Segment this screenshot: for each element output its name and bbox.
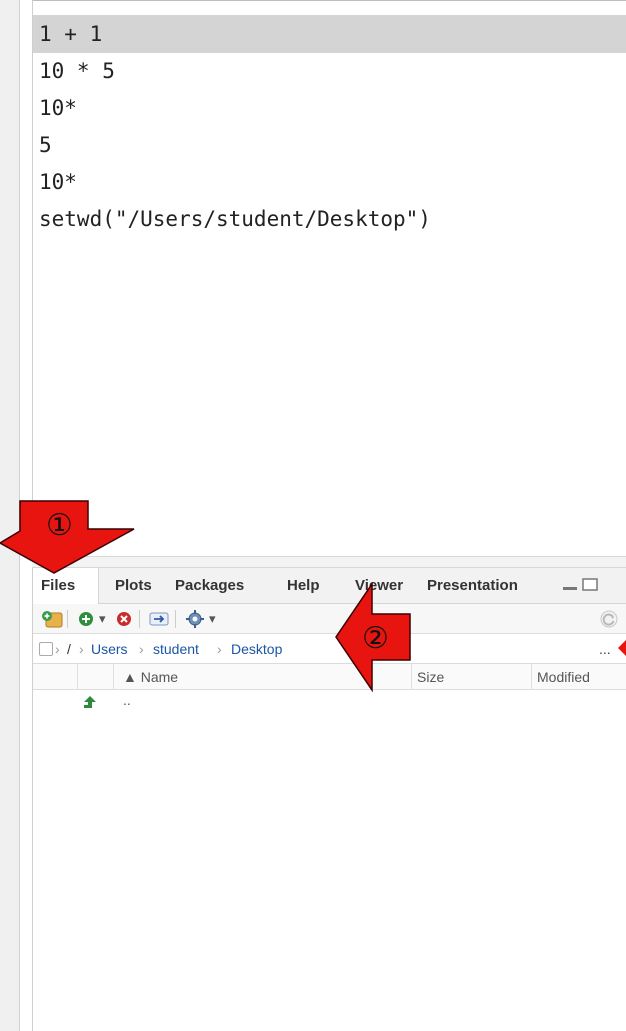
breadcrumb-users[interactable]: Users [91, 634, 128, 664]
history-line[interactable]: 1 + 1 [39, 16, 102, 52]
files-toolbar: ▾ ▾ [33, 604, 626, 634]
annotation-arrow-1: ① [0, 500, 135, 574]
breadcrumb-student[interactable]: student [153, 634, 199, 664]
breadcrumb: › / › Users › student › Desktop ... [33, 634, 626, 664]
minimize-maximize-icon[interactable] [563, 578, 603, 592]
history-line[interactable]: setwd("/Users/student/Desktop") [39, 201, 431, 237]
column-modified-header[interactable]: Modified [537, 664, 590, 690]
parent-directory-link[interactable]: .. [123, 692, 131, 708]
rename-icon[interactable] [149, 610, 169, 628]
column-divider [531, 664, 532, 690]
column-divider [113, 664, 114, 690]
delete-icon[interactable] [115, 610, 133, 628]
history-line[interactable]: 5 [39, 127, 52, 163]
column-size-header[interactable]: Size [417, 664, 444, 690]
tab-presentation[interactable]: Presentation [427, 568, 518, 604]
new-file-icon[interactable] [77, 610, 95, 628]
select-all-checkbox[interactable] [39, 642, 53, 656]
annotation-label-1: ① [46, 508, 73, 543]
tab-packages[interactable]: Packages [175, 568, 244, 604]
toolbar-divider [139, 610, 140, 628]
chevron-down-icon[interactable]: ▾ [209, 610, 216, 628]
column-name-header[interactable]: ▲ Name [123, 664, 178, 690]
up-directory-icon [84, 696, 96, 708]
annotation-arrow-2: ② [335, 582, 411, 693]
breadcrumb-root[interactable]: / [67, 634, 71, 664]
history-line[interactable]: 10 * 5 [39, 53, 115, 89]
history-line[interactable]: 10* [39, 164, 77, 200]
history-selection-highlight [33, 15, 626, 53]
breadcrumb-separator: › [217, 641, 222, 657]
annotation-arrow-3-partial [618, 640, 626, 656]
chevron-down-icon[interactable]: ▾ [99, 610, 106, 628]
file-row-parent[interactable]: .. [33, 690, 626, 718]
files-pane: Files Plots Packages Help Viewer Present… [32, 568, 626, 1031]
gear-icon[interactable] [185, 609, 205, 629]
toolbar-divider [175, 610, 176, 628]
tab-help[interactable]: Help [287, 568, 320, 604]
breadcrumb-separator: › [79, 641, 84, 657]
column-divider [77, 664, 78, 690]
file-list-header: ▲ Name Size Modified [33, 664, 626, 690]
new-folder-icon[interactable] [41, 609, 63, 629]
annotation-label-2: ② [362, 621, 389, 656]
history-panel[interactable]: 1 + 1 10 * 5 10* 5 10* setwd("/Users/stu… [32, 0, 626, 556]
breadcrumb-separator: › [139, 641, 144, 657]
toolbar-divider [67, 610, 68, 628]
breadcrumb-separator: › [55, 641, 60, 657]
more-options-button[interactable]: ... [599, 634, 611, 664]
refresh-icon[interactable] [599, 609, 619, 629]
history-line[interactable]: 10* [39, 90, 77, 126]
breadcrumb-desktop[interactable]: Desktop [231, 634, 282, 664]
